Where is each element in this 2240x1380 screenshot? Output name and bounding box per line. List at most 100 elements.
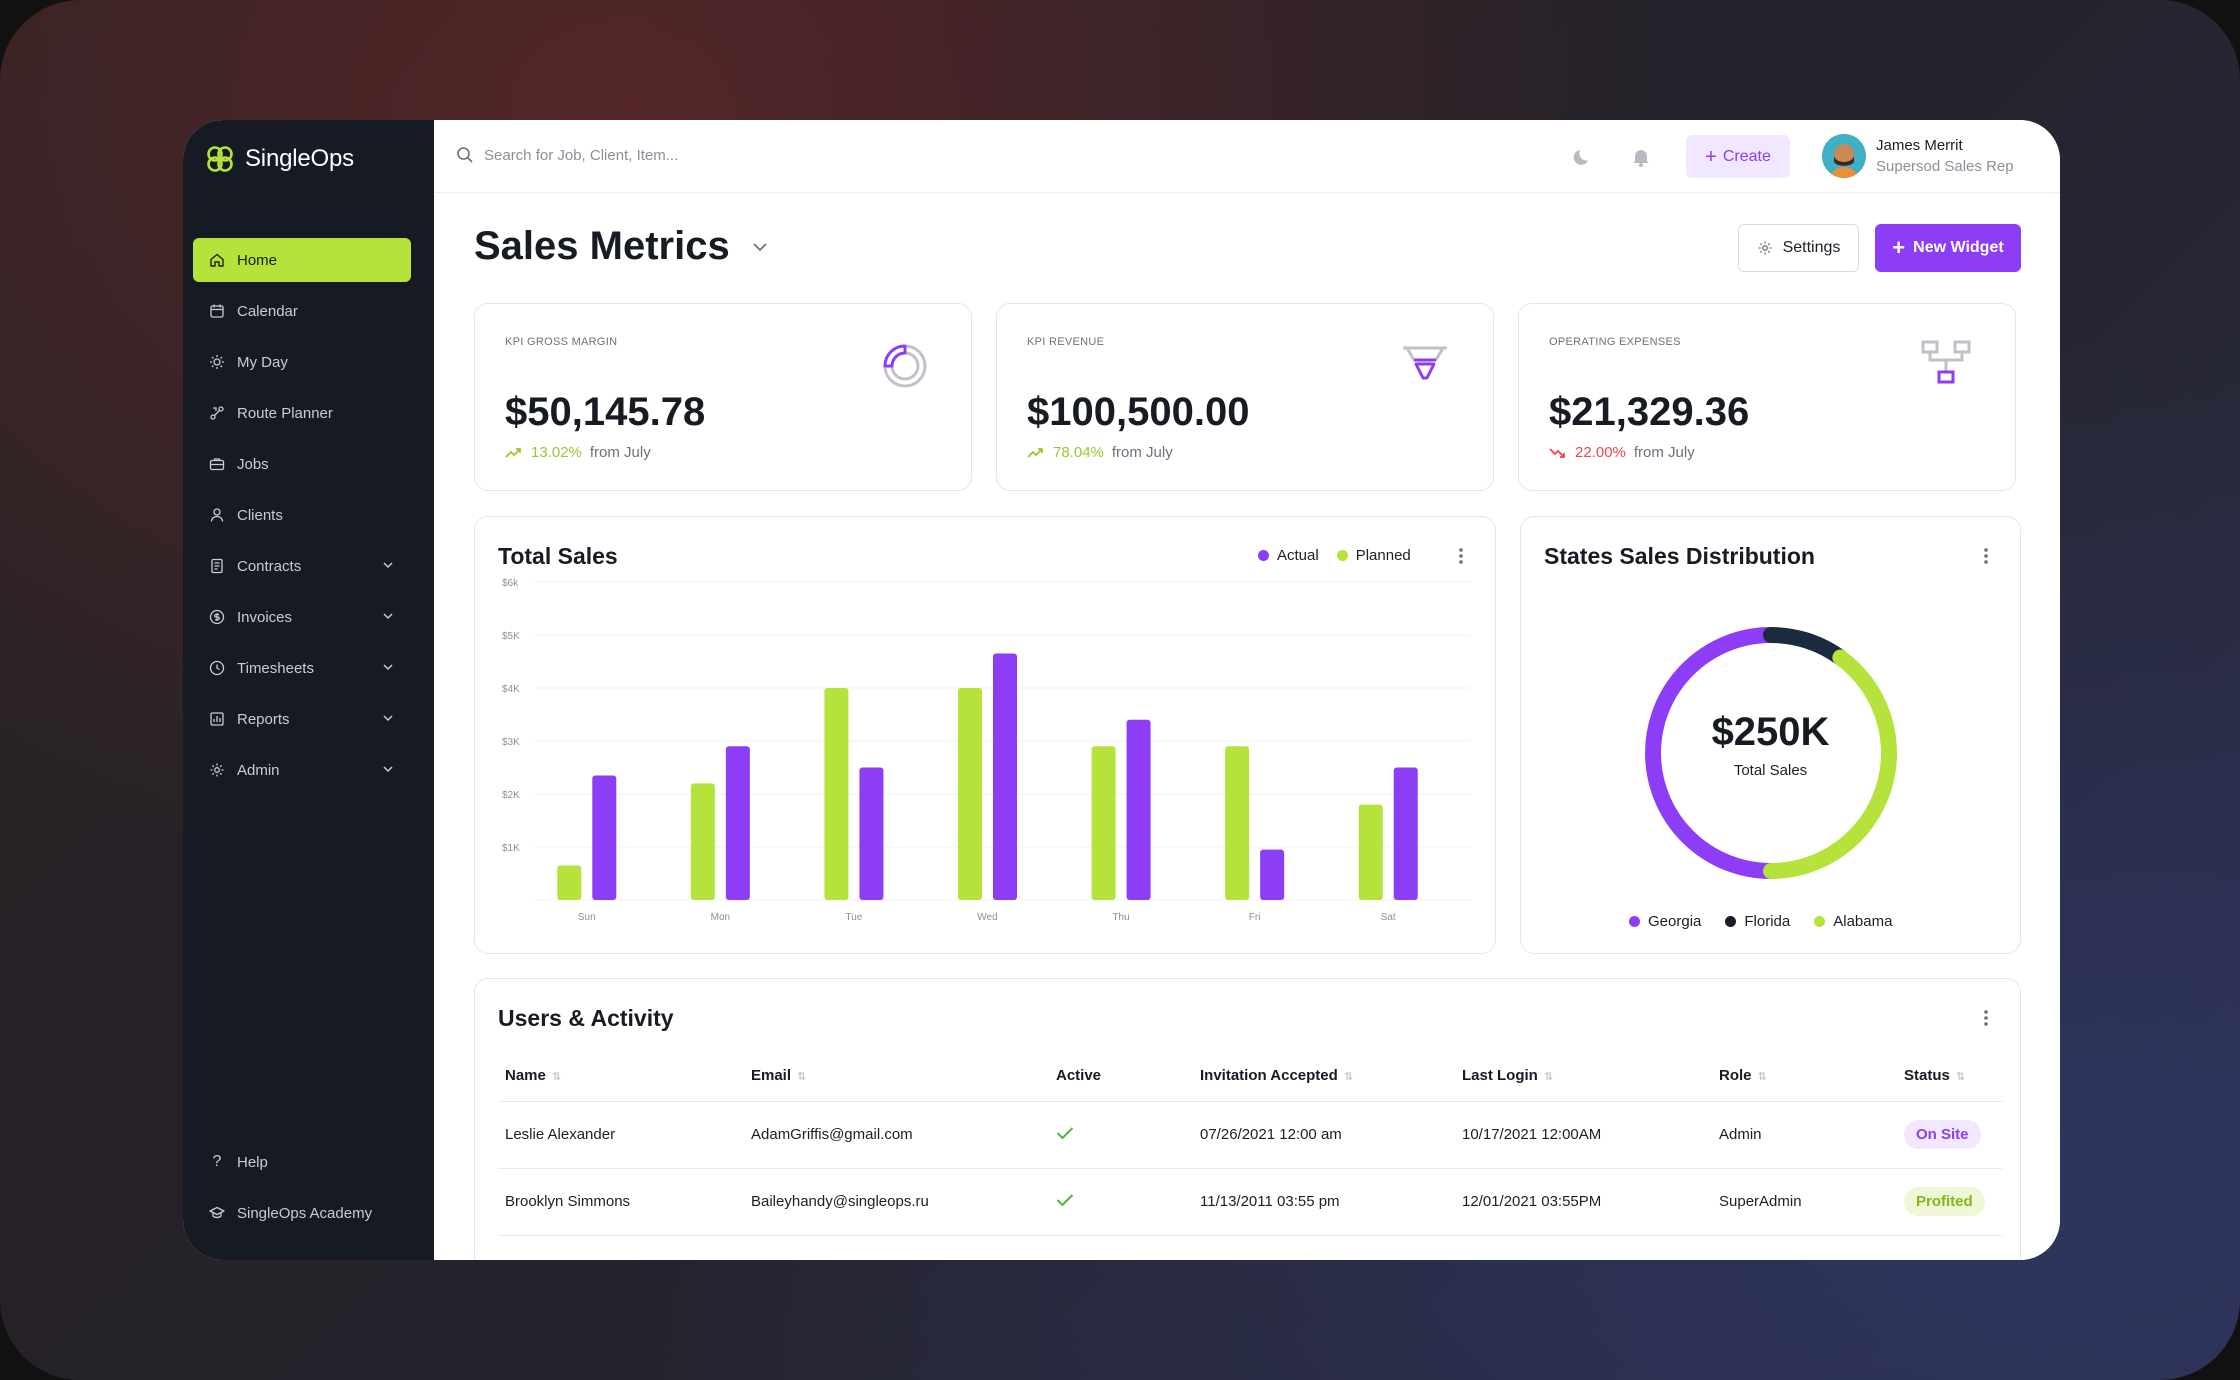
plus-icon: + [1892, 235, 1906, 260]
bar-planned-sun[interactable] [557, 865, 582, 900]
donut-slice-florida[interactable] [1763, 627, 1849, 666]
bar-planned-sat[interactable] [1358, 804, 1383, 900]
chevron-down-icon[interactable] [381, 660, 395, 674]
cell-invitation: 11/13/2011 03:55 pm [1193, 1168, 1455, 1236]
bar-planned-thu[interactable] [1091, 746, 1116, 900]
cell-name: Leslie Alexander [498, 1101, 744, 1169]
column-header-name[interactable]: Name ⇅ [498, 1051, 744, 1102]
bar-actual-wed[interactable] [993, 653, 1017, 900]
more-options-icon[interactable] [1983, 547, 1989, 565]
y-tick-label: $6k [502, 578, 519, 589]
sidebar-item-jobs[interactable]: Jobs [193, 442, 411, 486]
sidebar-item-admin[interactable]: Admin [193, 748, 411, 792]
legend-planned[interactable]: Planned [1336, 547, 1411, 564]
search-input[interactable]: Search for Job, Client, Item... [484, 147, 678, 164]
table-row[interactable]: Brooklyn Simmons Baileyhandy@singleops.r… [498, 1168, 2002, 1236]
bar-actual-sun[interactable] [592, 775, 617, 900]
legend-florida[interactable]: Florida [1725, 913, 1790, 930]
user-icon [207, 505, 227, 525]
sidebar-item-route-planner[interactable]: Route Planner [193, 391, 411, 435]
x-tick-label: Sun [578, 912, 596, 923]
legend-actual[interactable]: Actual [1258, 547, 1319, 564]
sort-icon: ⇅ [1757, 1071, 1767, 1084]
column-header-active[interactable]: Active [1049, 1051, 1193, 1102]
users-activity-card: Users & Activity Name ⇅ Email ⇅ Active Inv… [474, 978, 2021, 1260]
cell-name: Brooklyn Simmons [498, 1168, 744, 1236]
sidebar-item-label: Jobs [237, 455, 269, 473]
kpi-value: $21,329.36 [1549, 390, 1750, 434]
x-tick-label: Mon [711, 912, 730, 923]
new-widget-button[interactable]: + New Widget [1875, 224, 2021, 272]
sidebar-item-label: Help [237, 1153, 268, 1171]
x-tick-label: Wed [977, 912, 997, 923]
column-header-last-login[interactable]: Last Login ⇅ [1455, 1051, 1712, 1102]
table-row[interactable]: Leslie Alexander AdamGriffis@gmail.com 0… [498, 1101, 2002, 1169]
sidebar-nav: Home Calendar My Day Route Planner Jobs [193, 238, 411, 799]
legend-georgia[interactable]: Georgia [1629, 913, 1701, 930]
y-tick-label: $2K [502, 790, 520, 801]
sidebar-item-reports[interactable]: Reports [193, 697, 411, 741]
column-header-email[interactable]: Email ⇅ [744, 1051, 1049, 1102]
kpi-value: $50,145.78 [505, 390, 706, 434]
sidebar-item-label: SingleOps Academy [237, 1204, 373, 1222]
chevron-down-icon[interactable] [381, 711, 395, 725]
search-bar[interactable]: Search for Job, Client, Item... [456, 146, 678, 164]
bar-actual-thu[interactable] [1126, 719, 1151, 900]
kpi-card-gross-margin: KPI GROSS MARGIN $50,145.78 13.02% from … [474, 303, 972, 491]
bar-actual-mon[interactable] [725, 746, 750, 900]
trend-up-icon [1027, 447, 1043, 458]
more-options-icon[interactable] [1983, 1009, 1989, 1027]
legend-alabama[interactable]: Alabama [1814, 913, 1892, 930]
sidebar-item-contracts[interactable]: Contracts [193, 544, 411, 588]
bar-actual-tue[interactable] [859, 767, 884, 901]
logo[interactable]: SingleOps [205, 144, 354, 174]
sidebar-item-home[interactable]: Home [193, 238, 411, 282]
donut-legend: Georgia Florida Alabama [1629, 913, 1892, 930]
gear-icon [1758, 241, 1772, 255]
sidebar-item-invoices[interactable]: Invoices [193, 595, 411, 639]
sidebar-item-academy[interactable]: SingleOps Academy [193, 1191, 411, 1235]
column-header-status[interactable]: Status ⇅ [1897, 1051, 2002, 1102]
sidebar-item-label: Route Planner [237, 404, 333, 422]
topbar: Search for Job, Client, Item... + Create… [434, 120, 2060, 193]
cell-status: On Site [1897, 1101, 2002, 1169]
page-title-dropdown[interactable]: Sales Metrics [474, 224, 770, 269]
moon-icon[interactable] [1570, 144, 1596, 170]
bar-planned-fri[interactable] [1225, 746, 1250, 900]
user-menu[interactable]: James Merrit Supersod Sales Rep [1822, 134, 2014, 178]
bar-actual-fri[interactable] [1260, 849, 1285, 900]
trend-up-icon [505, 447, 521, 458]
sidebar: SingleOps Home Calendar My Day Route Pla… [183, 120, 434, 1260]
sidebar-item-label: My Day [237, 353, 288, 371]
bar-actual-sat[interactable] [1393, 767, 1418, 901]
chevron-down-icon[interactable] [381, 558, 395, 572]
hierarchy-icon [1921, 340, 1971, 384]
cell-email: AdamGriffis@gmail.com [744, 1101, 1049, 1169]
bar-planned-tue[interactable] [824, 688, 849, 900]
cell-active [1049, 1101, 1193, 1169]
user-name: James Merrit [1876, 137, 1963, 154]
gear-icon [207, 760, 227, 780]
kpi-label: KPI GROSS MARGIN [505, 336, 618, 348]
kpi-value: $100,500.00 [1027, 390, 1250, 434]
more-options-icon[interactable] [1458, 547, 1464, 565]
create-button[interactable]: + Create [1686, 135, 1790, 178]
y-tick-label: $3K [502, 737, 520, 748]
settings-button[interactable]: Settings [1738, 224, 1859, 272]
sidebar-item-my-day[interactable]: My Day [193, 340, 411, 384]
chevron-down-icon[interactable] [381, 609, 395, 623]
sidebar-item-label: Contracts [237, 557, 302, 575]
card-title: Total Sales [498, 543, 618, 569]
home-icon [207, 250, 227, 270]
bell-icon[interactable] [1628, 144, 1654, 170]
bar-planned-wed[interactable] [958, 688, 982, 900]
sidebar-item-calendar[interactable]: Calendar [193, 289, 411, 333]
column-header-invitation[interactable]: Invitation Accepted ⇅ [1193, 1051, 1455, 1102]
sidebar-item-timesheets[interactable]: Timesheets [193, 646, 411, 690]
sidebar-item-help[interactable]: ? Help [193, 1140, 411, 1184]
route-icon [207, 403, 227, 423]
chevron-down-icon[interactable] [381, 762, 395, 776]
bar-planned-mon[interactable] [690, 783, 715, 900]
sidebar-item-clients[interactable]: Clients [193, 493, 411, 537]
column-header-role[interactable]: Role ⇅ [1712, 1051, 1897, 1102]
